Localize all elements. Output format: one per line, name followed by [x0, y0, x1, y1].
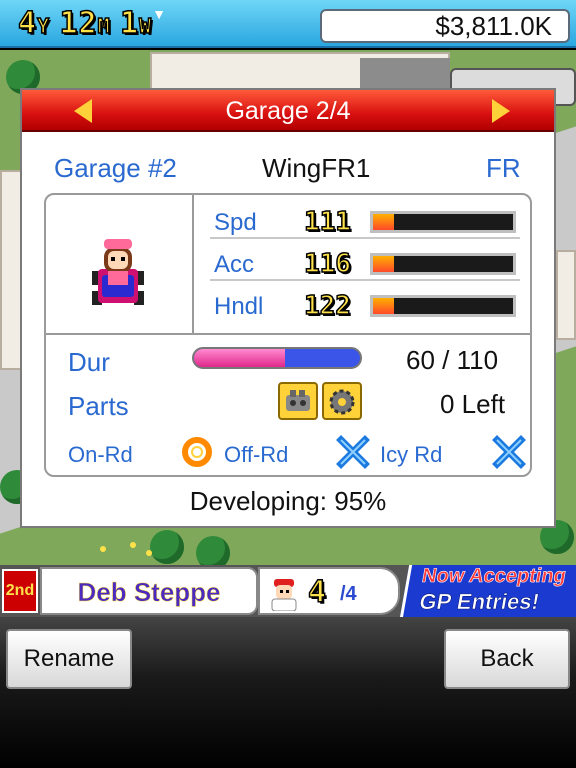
car-stats-panel: Spd 111 Acc 116 Hndl 122 Dur 60 / 110 Pa… — [44, 193, 532, 477]
game-date: 4Y 12M 1W▼ — [17, 5, 167, 42]
bottom-bar: Rename Back — [0, 617, 576, 768]
status-bar: 4Y 12M 1W▼ $3,811.0K — [0, 0, 576, 48]
stat-bar — [370, 211, 516, 233]
tree-icon — [150, 530, 184, 564]
stat-row-acceleration: Acc 116 — [210, 247, 520, 281]
durability-bar-fill — [194, 349, 285, 367]
stat-bar-fill — [373, 298, 394, 314]
condition-label: Icy Rd — [380, 442, 443, 467]
rename-button[interactable]: Rename — [6, 629, 132, 689]
development-progress: Developing: 95% — [189, 486, 387, 516]
mechanic-icon — [271, 579, 297, 611]
driver-panel[interactable]: Deb Steppe — [40, 567, 258, 615]
kart-driver-icon — [92, 239, 144, 305]
week-unit: W — [138, 13, 153, 39]
parts-left: 0 Left — [440, 389, 506, 419]
gear-part-icon — [322, 382, 362, 420]
banner-line-2: GP Entries! — [417, 589, 542, 615]
chevron-down-icon: ▼ — [152, 6, 167, 22]
stat-value: 111 — [303, 206, 351, 238]
dialog-title: Garage 2/4 — [225, 97, 351, 125]
condition-label: On-Rd — [68, 442, 133, 467]
month-unit: M — [97, 13, 111, 39]
durability-bar — [192, 347, 362, 369]
info-strip: 2nd Deb Steppe 4 /4 Now Accepting GP Ent… — [0, 565, 576, 617]
stat-label: Hndl — [214, 293, 264, 320]
cross-bad-icon — [492, 435, 526, 469]
dialog-header: Garage 2/4 — [22, 90, 554, 132]
back-button[interactable]: Back — [444, 629, 570, 689]
garage-dialog: Garage 2/4 Garage #2 WingFR1 FR Spd 111 — [20, 88, 556, 528]
stat-bar — [370, 295, 516, 317]
stat-row-speed: Spd 111 — [210, 205, 520, 239]
next-arrow-icon[interactable] — [492, 99, 510, 123]
car-name: WingFR1 — [262, 153, 371, 183]
stat-label: Spd — [214, 209, 257, 236]
engine-part-icon — [278, 382, 318, 420]
driver-name: Deb Steppe — [77, 577, 221, 608]
stat-bar-fill — [373, 256, 394, 272]
condition-label: Off-Rd — [224, 442, 289, 467]
week-value: 1 — [119, 5, 140, 42]
banner-line-1: Now Accepting — [420, 565, 568, 588]
stat-value: 122 — [303, 290, 351, 322]
rank-badge: 2nd — [2, 569, 38, 613]
parts-label: Parts — [68, 391, 129, 421]
drive-type: FR — [486, 153, 521, 183]
garage-label: Garage #2 — [54, 153, 177, 183]
durability-label: Dur — [68, 347, 110, 377]
tree-icon — [196, 536, 230, 565]
stat-value: 116 — [303, 248, 351, 280]
gp-entries-banner[interactable]: Now Accepting GP Entries! — [400, 565, 576, 617]
money-display: $3,811.0K — [320, 9, 570, 43]
divider — [46, 333, 530, 335]
durability-value: 60 / 110 — [406, 345, 499, 375]
cross-bad-icon — [336, 435, 370, 469]
divider — [192, 195, 194, 333]
year-value: 4 — [17, 5, 38, 42]
crew-count: 4 — [307, 574, 327, 611]
crew-total: /4 — [340, 583, 357, 605]
stat-bar — [370, 253, 516, 275]
stat-label: Acc — [214, 251, 255, 278]
year-unit: Y — [36, 13, 51, 39]
stat-row-handling: Hndl 122 — [210, 289, 520, 323]
circle-good-icon — [182, 437, 212, 467]
crew-panel[interactable]: 4 /4 — [258, 567, 400, 615]
month-value: 12 — [59, 5, 98, 42]
stat-bar-fill — [373, 214, 394, 230]
